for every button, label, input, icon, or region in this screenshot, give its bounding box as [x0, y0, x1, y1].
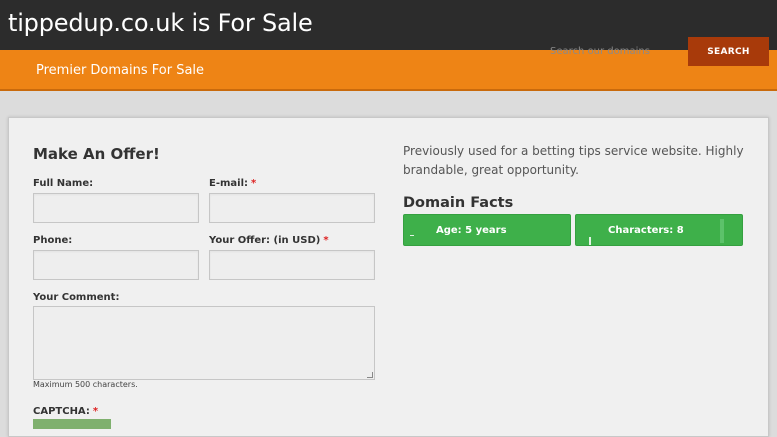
full-name-field[interactable] [33, 193, 199, 223]
fact-age: Age: 5 years [403, 214, 571, 246]
offer-amount-field[interactable] [209, 250, 375, 280]
email-field[interactable] [209, 193, 375, 223]
fact-characters-label: Characters: 8 [608, 225, 684, 236]
domain-facts-title: Domain Facts [403, 195, 514, 211]
offer-label-text: Your Offer: (in USD) [209, 235, 321, 246]
captcha-image [33, 419, 111, 429]
tagline: Premier Domains For Sale [36, 63, 205, 78]
captcha-label-text: CAPTCHA: [33, 406, 90, 417]
email-label: E-mail: * [209, 178, 256, 189]
fact-highlight-strip [720, 219, 724, 243]
fact-characters: Characters: 8 [575, 214, 743, 246]
content-card: Make An Offer! Full Name: E-mail: * Phone… [8, 117, 769, 437]
full-name-label-text: Full Name: [33, 178, 94, 189]
offer-form-title: Make An Offer! [33, 145, 160, 163]
phone-label-text: Phone: [33, 235, 73, 246]
search-button[interactable]: SEARCH [688, 37, 769, 66]
comment-label-text: Your Comment: [33, 292, 120, 303]
full-name-label: Full Name: [33, 178, 93, 189]
domain-description: Previously used for a betting tips servi… [403, 144, 744, 177]
required-marker: * [323, 235, 329, 246]
required-marker: * [251, 178, 257, 189]
phone-label: Phone: [33, 235, 72, 246]
required-marker: * [92, 406, 99, 417]
resize-grip-icon[interactable] [367, 372, 373, 378]
comment-label: Your Comment: [33, 292, 119, 303]
fact-age-label: Age: 5 years [436, 225, 507, 236]
email-label-text: E-mail: [209, 178, 249, 189]
phone-field[interactable] [33, 250, 199, 280]
fact-marker-icon [410, 235, 414, 236]
fact-marker-icon [589, 237, 591, 245]
offer-label: Your Offer: (in USD) * [209, 235, 329, 246]
site-title: tippedup.co.uk is For Sale [8, 9, 313, 37]
comment-textarea[interactable] [33, 306, 375, 380]
comment-hint: Maximum 500 characters. [33, 380, 138, 389]
search-input[interactable] [540, 40, 682, 62]
captcha-label: CAPTCHA: * [33, 406, 98, 417]
